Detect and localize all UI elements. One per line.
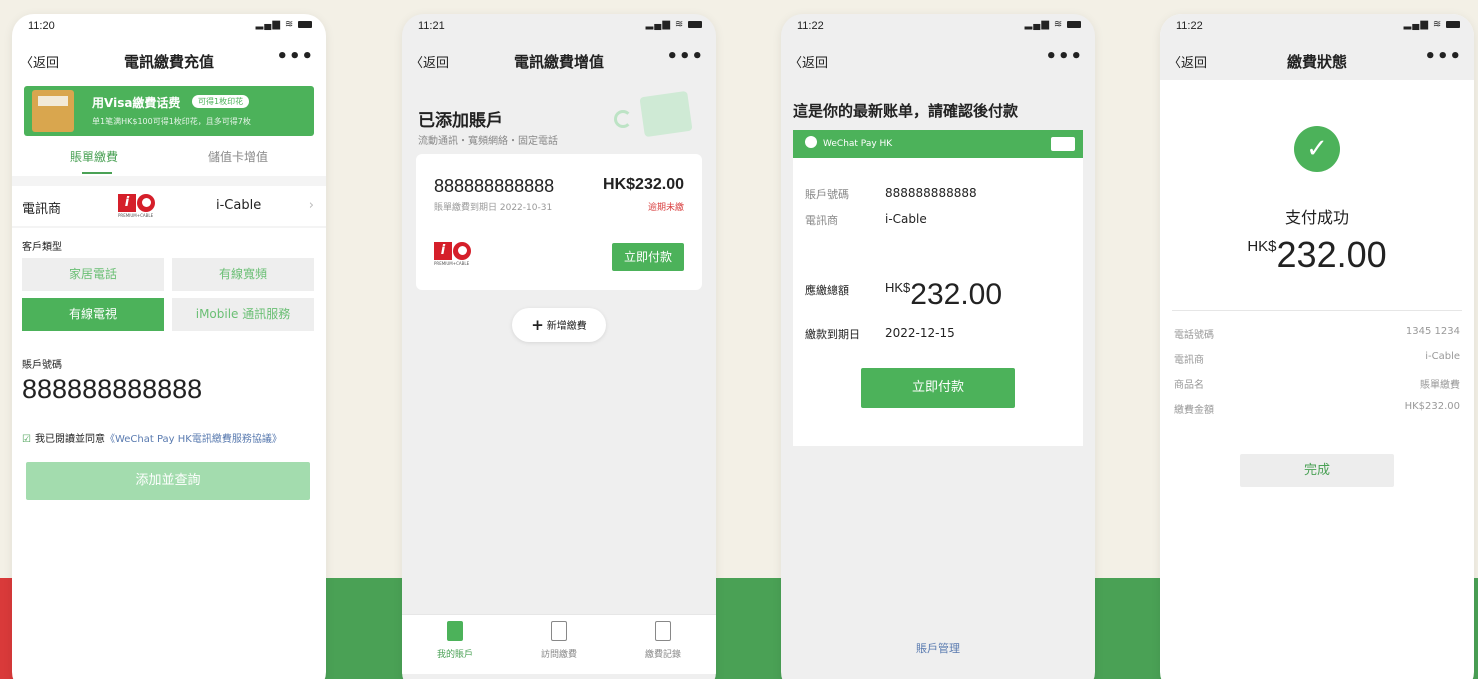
more-button[interactable]: ••• (1045, 46, 1083, 67)
status-bar: 11:22 ▂▄▆ ≋ (781, 14, 1095, 40)
tab-stored-value[interactable]: 儲值卡增值 (208, 148, 268, 165)
phone-bill-confirm: 11:22 ▂▄▆ ≋ 〈返回 ••• 這是你的最新账单，請確認後付款 WeCh… (781, 14, 1095, 679)
phone-added-accounts: 11:21 ▂▄▆ ≋ 〈返回 電訊繳費增值 ••• 已添加賬戶 流動通訊・寬頻… (402, 14, 716, 679)
tab-visit-payment[interactable]: 訪問繳費 (524, 621, 594, 660)
account-key: 賬戶號碼 (805, 188, 849, 201)
option-home-phone[interactable]: 家居電話 (22, 258, 164, 291)
status-bar: 11:22 ▂▄▆ ≋ (1160, 14, 1474, 40)
account-number: 888888888888 (434, 176, 555, 196)
bill-header: WeChat Pay HK (793, 130, 1083, 158)
banner-pill: 可得1枚印花 (192, 95, 250, 108)
due-date-label: 繳款到期日 (805, 328, 860, 341)
visa-promo-banner[interactable]: 用Visa繳費话费 可得1枚印花 单1笔满HK$100可得1枚印花，且多可得7枚 (24, 86, 314, 136)
checkbox-icon[interactable]: ☑ (22, 434, 31, 445)
status-time: 11:22 (797, 20, 824, 32)
detail-row: 電訊商 i-Cable (1174, 351, 1460, 366)
account-value: 888888888888 (885, 186, 977, 200)
accounts-icon (447, 621, 463, 641)
total-due-label: 應繳總額 (805, 284, 849, 297)
divider (12, 226, 326, 228)
customer-type-label: 客戶類型 (22, 242, 62, 253)
status-bar: 11:21 ▂▄▆ ≋ (402, 14, 716, 40)
phone-telecom-topup: 11:20 ▂▄▆ ≋ 〈返回 電訊繳費充值 ••• 用Visa繳費话费 可得1… (12, 14, 326, 679)
phone-payment-status: 11:22 ▂▄▆ ≋ 〈返回 繳費狀態 ••• ✓ 支付成功 HK$232.0… (1160, 14, 1474, 679)
carrier-value: i-Cable (885, 212, 927, 226)
account-management-link[interactable]: 賬戶管理 (781, 640, 1095, 656)
total-due-amount: HK$232.00 (885, 278, 1003, 311)
more-button[interactable]: ••• (666, 46, 704, 67)
nav-bar: 〈返回 繳費狀態 ••• (1160, 40, 1474, 80)
add-and-query-button[interactable]: 添加並查詢 (26, 462, 310, 500)
detail-row: 繳費金額 HK$232.00 (1174, 401, 1460, 416)
detail-row: 商品名 賬單繳費 (1174, 380, 1460, 391)
done-button[interactable]: 完成 (1240, 454, 1394, 487)
phone-illustration-icon (614, 110, 632, 128)
due-date-value: 2022-12-15 (885, 326, 955, 340)
tab-underline (82, 172, 112, 174)
bill-card: WeChat Pay HK 賬戶號碼 888888888888 電訊商 i-Ca… (793, 130, 1083, 446)
tab-bill-payment[interactable]: 賬單繳費 (70, 148, 118, 165)
gift-box-icon (32, 90, 74, 132)
due-date: 賬單繳費到期日 2022-10-31 (434, 203, 553, 213)
i-cable-logo (1051, 137, 1075, 151)
payment-tabs: 賬單繳費 儲值卡增值 (12, 148, 326, 178)
bottom-tab-bar: 我的賬戶 訪問繳費 繳費記錄 (402, 614, 716, 674)
divider (12, 176, 326, 186)
pay-now-button[interactable]: 立即付款 (612, 243, 684, 271)
signal-icons: ▂▄▆ ≋ (1404, 19, 1460, 30)
option-cable-tv[interactable]: 有線電視 (22, 298, 164, 331)
status-time: 11:22 (1176, 20, 1203, 32)
carrier-label: 電訊商 (22, 202, 62, 217)
device-icon (551, 621, 567, 641)
option-broadband[interactable]: 有線寬頻 (172, 258, 314, 291)
more-button[interactable]: ••• (276, 46, 314, 67)
overdue-badge: 逾期未繳 (647, 203, 684, 213)
success-text: 支付成功 (1284, 208, 1349, 227)
signal-icons: ▂▄▆ ≋ (646, 19, 702, 30)
tab-payment-records[interactable]: 繳費記錄 (628, 621, 698, 660)
option-imobile[interactable]: iMobile 通訊服務 (172, 298, 314, 331)
divider (1172, 310, 1462, 311)
paid-amount: HK$232.00 (1247, 234, 1387, 275)
banner-title: 用Visa繳費话费 (92, 96, 181, 110)
status-time: 11:21 (418, 20, 445, 32)
section-heading: 已添加賬戶 (418, 111, 503, 131)
agree-text: 我已閱讀並同意 (34, 434, 105, 445)
more-button[interactable]: ••• (1424, 46, 1462, 67)
signal-icons: ▂▄▆ ≋ (256, 19, 312, 30)
agreement-link[interactable]: 《WeChat Pay HK電訊繳費服務協議》 (105, 434, 282, 445)
card-illustration-icon (639, 90, 693, 138)
i-cable-logo: i PREMIUM+CABLE (434, 242, 471, 266)
carrier-key: 電訊商 (805, 214, 838, 227)
add-bill-label: 新增繳費 (546, 321, 587, 332)
bill-heading: 這是你的最新账单，請確認後付款 (793, 102, 1019, 120)
pay-now-button[interactable]: 立即付款 (861, 368, 1015, 408)
banner-subtitle: 单1笔满HK$100可得1枚印花，且多可得7枚 (92, 117, 251, 126)
add-bill-button[interactable]: + 新增繳費 (512, 308, 606, 342)
brand-label: WeChat Pay HK (823, 139, 893, 149)
carrier-selector[interactable]: 電訊商 i PREMIUM+CABLE i-Cable › (12, 186, 326, 226)
signal-icons: ▂▄▆ ≋ (1025, 19, 1081, 30)
nav-bar: 〈返回 電訊繳費充值 ••• (12, 40, 326, 80)
status-time: 11:20 (28, 20, 55, 32)
plus-icon: + (531, 316, 544, 334)
amount-due: HK$232.00 (603, 176, 684, 193)
back-button[interactable]: 〈返回 (789, 52, 828, 71)
agreement-row: ☑ 我已閱讀並同意《WeChat Pay HK電訊繳費服務協議》 (22, 430, 282, 445)
carrier-value: i-Cable (216, 198, 262, 213)
account-label: 賬戶號碼 (22, 360, 62, 371)
i-cable-logo: i PREMIUM+CABLE (118, 194, 155, 218)
account-input[interactable]: 888888888888 (22, 374, 202, 405)
status-bar: 11:20 ▂▄▆ ≋ (12, 14, 326, 40)
tab-my-accounts[interactable]: 我的賬戶 (420, 621, 490, 660)
check-icon: ✓ (1294, 126, 1340, 172)
account-card[interactable]: 888888888888 HK$232.00 賬單繳費到期日 2022-10-3… (416, 154, 702, 290)
nav-bar: 〈返回 電訊繳費增值 ••• (402, 40, 716, 80)
nav-bar: 〈返回 ••• (781, 40, 1095, 80)
chevron-right-icon: › (308, 198, 314, 213)
section-subheading: 流動通訊・寬頻網絡・固定電話 (418, 136, 558, 147)
receipt-icon (655, 621, 671, 641)
wechat-icon (805, 136, 817, 148)
detail-row: 電話號碼 1345 1234 (1174, 326, 1460, 341)
